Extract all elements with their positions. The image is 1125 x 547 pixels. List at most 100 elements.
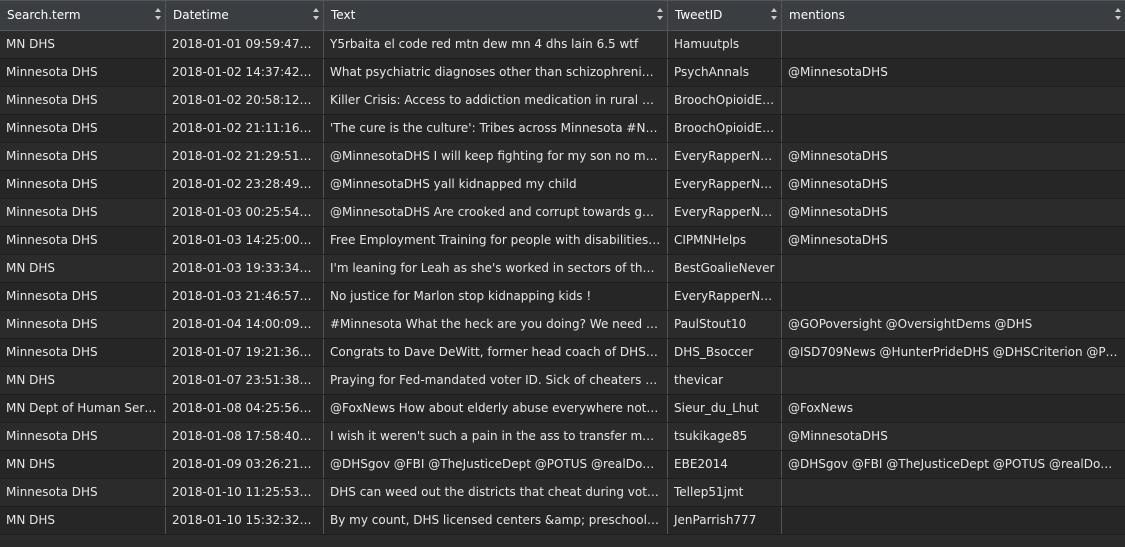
table-row[interactable]: MN DHS2018-01-10 15:32:32+00:00By my cou…	[0, 507, 1125, 535]
cell-search-term: Minnesota DHS	[0, 115, 166, 142]
table-row[interactable]: Minnesota DHS2018-01-03 21:46:57+00:00No…	[0, 283, 1125, 311]
cell-text: I'm leaning for Leah as she's worked in …	[324, 255, 668, 282]
cell-tweet-id: JenParrish777	[668, 507, 782, 534]
cell-text: No justice for Marlon stop kidnapping ki…	[324, 283, 668, 310]
cell-text: @MinnesotaDHS yall kidnapped my child	[324, 171, 668, 198]
cell-tweet-id: tsukikage85	[668, 423, 782, 450]
cell-tweet-id: thevicar	[668, 367, 782, 394]
cell-search-term: Minnesota DHS	[0, 143, 166, 170]
cell-datetime: 2018-01-02 20:58:12+00:00	[166, 87, 324, 114]
cell-text: Congrats to Dave DeWitt, former head coa…	[324, 339, 668, 366]
cell-text: Praying for Fed-mandated voter ID. Sick …	[324, 367, 668, 394]
grid-body: MN DHS2018-01-01 09:59:47+00:00Y5rbaita …	[0, 31, 1125, 535]
table-row[interactable]: Minnesota DHS2018-01-02 21:11:16+00:00'T…	[0, 115, 1125, 143]
cell-text: I wish it weren't such a pain in the ass…	[324, 423, 668, 450]
column-header-datetime[interactable]: Datetime	[166, 1, 324, 30]
table-row[interactable]: Minnesota DHS2018-01-02 14:37:42+00:00Wh…	[0, 59, 1125, 87]
cell-mentions: @MinnesotaDHS	[788, 205, 888, 219]
sort-icon[interactable]	[657, 8, 663, 20]
column-header-label: Search.term	[7, 8, 81, 22]
cell-text: 'The cure is the culture': Tribes across…	[324, 115, 668, 142]
table-row[interactable]: MN DHS2018-01-07 23:51:38+00:00Praying f…	[0, 367, 1125, 395]
cell-text: @FoxNews How about elderly abuse everywh…	[324, 395, 668, 422]
column-header-tweet-id[interactable]: TweetID	[668, 1, 782, 30]
cell-datetime: 2018-01-10 11:25:53+00:00	[166, 479, 324, 506]
column-header-search-term[interactable]: Search.term	[0, 1, 166, 30]
cell-tweet-id: CIPMNHelps	[668, 227, 782, 254]
cell-search-term: MN DHS	[0, 507, 166, 534]
cell-text: DHS can weed out the districts that chea…	[324, 479, 668, 506]
cell-mentions	[782, 367, 1125, 394]
column-header-label: Text	[331, 8, 356, 22]
sort-icon[interactable]	[313, 8, 319, 20]
cell-tweet-id: BroochOpioidEMS	[668, 87, 782, 114]
table-row[interactable]: Minnesota DHS2018-01-03 00:25:54+00:00 @M…	[0, 199, 1125, 227]
cell-tweet-id: EBE2014	[668, 451, 782, 478]
cell-datetime: 2018-01-02 21:11:16+00:00	[166, 115, 324, 142]
table-row[interactable]: Minnesota DHS2018-01-02 23:28:49+00:00@M…	[0, 171, 1125, 199]
cell-search-term: Minnesota DHS	[0, 423, 166, 450]
table-row[interactable]: Minnesota DHS2018-01-03 14:25:00+00:00Fr…	[0, 227, 1125, 255]
cell-tweet-id: DHS_Bsoccer	[668, 339, 782, 366]
cell-search-term: Minnesota DHS	[0, 199, 166, 226]
cell-mentions: @GOPoversight @OversightDems @DHS	[788, 317, 1033, 331]
cell-text: Y5rbaita el code red mtn dew mn 4 dhs la…	[324, 31, 668, 58]
cell-search-term: MN DHS	[0, 367, 166, 394]
cell-search-term: Minnesota DHS	[0, 227, 166, 254]
cell-datetime: 2018-01-02 21:29:51+00:00	[166, 143, 324, 170]
cell-text: #Minnesota What the heck are you doing? …	[324, 311, 668, 338]
cell-datetime: 2018-01-03 14:25:00+00:00	[166, 227, 324, 254]
cell-mentions: @MinnesotaDHS	[788, 65, 888, 79]
cell-tweet-id: PaulStout10	[668, 311, 782, 338]
cell-text: Killer Crisis: Access to addiction medic…	[324, 87, 668, 114]
cell-mentions	[782, 31, 1125, 58]
table-row[interactable]: MN DHS2018-01-01 09:59:47+00:00Y5rbaita …	[0, 31, 1125, 59]
cell-tweet-id: EveryRapperN21	[668, 171, 782, 198]
cell-mentions: @MinnesotaDHS	[788, 429, 888, 443]
cell-text: @DHSgov @FBI @TheJusticeDept @POTUS @rea…	[324, 451, 668, 478]
column-header-text[interactable]: Text	[324, 1, 668, 30]
cell-mentions	[782, 283, 1125, 310]
cell-datetime: 2018-01-02 14:37:42+00:00	[166, 59, 324, 86]
cell-datetime: 2018-01-10 15:32:32+00:00	[166, 507, 324, 534]
cell-text: By my count, DHS licensed centers &amp; …	[324, 507, 668, 534]
table-row[interactable]: Minnesota DHS2018-01-02 21:29:51+00:00@M…	[0, 143, 1125, 171]
table-row[interactable]: Minnesota DHS2018-01-08 17:58:40+00:00I …	[0, 423, 1125, 451]
table-row[interactable]: Minnesota DHS2018-01-07 19:21:36+00:00Co…	[0, 339, 1125, 367]
cell-tweet-id: Tellep51jmt	[668, 479, 782, 506]
cell-search-term: MN DHS	[0, 255, 166, 282]
table-row[interactable]: Minnesota DHS2018-01-04 14:00:09+00:00#M…	[0, 311, 1125, 339]
grid-header: Search.term Datetime Text TweetID mentions	[0, 1, 1125, 31]
table-row[interactable]: MN DHS2018-01-09 03:26:21+00:00@DHSgov @…	[0, 451, 1125, 479]
cell-datetime: 2018-01-08 17:58:40+00:00	[166, 423, 324, 450]
cell-datetime: 2018-01-03 21:46:57+00:00	[166, 283, 324, 310]
cell-search-term: Minnesota DHS	[0, 479, 166, 506]
cell-datetime: 2018-01-03 19:33:34+00:00	[166, 255, 324, 282]
cell-mentions: @DHSgov @FBI @TheJusticeDept @POTUS @rea…	[788, 457, 1125, 471]
cell-mentions	[782, 479, 1125, 506]
table-row[interactable]: MN DHS2018-01-03 19:33:34+00:00I'm leani…	[0, 255, 1125, 283]
cell-tweet-id: Hamuutpls	[668, 31, 782, 58]
data-grid: Search.term Datetime Text TweetID mentions M…	[0, 0, 1125, 547]
cell-search-term: MN DHS	[0, 451, 166, 478]
cell-datetime: 2018-01-03 00:25:54+00:00	[166, 199, 324, 226]
cell-mentions: @MinnesotaDHS	[788, 177, 888, 191]
cell-mentions	[782, 115, 1125, 142]
column-header-mentions[interactable]: mentions	[782, 1, 1125, 30]
sort-icon[interactable]	[155, 8, 161, 20]
table-row[interactable]: Minnesota DHS2018-01-10 11:25:53+00:00DH…	[0, 479, 1125, 507]
cell-datetime: 2018-01-07 23:51:38+00:00	[166, 367, 324, 394]
table-row[interactable]: Minnesota DHS2018-01-02 20:58:12+00:00Ki…	[0, 87, 1125, 115]
cell-tweet-id: BestGoalieNever	[668, 255, 782, 282]
table-row[interactable]: MN Dept of Human Services 2018-01-08 04:2…	[0, 395, 1125, 423]
cell-datetime: 2018-01-08 04:25:56+00:00	[166, 395, 324, 422]
column-header-label: TweetID	[675, 8, 723, 22]
cell-search-term: Minnesota DHS	[0, 171, 166, 198]
cell-tweet-id: BroochOpioidEMS	[668, 115, 782, 142]
column-header-label: mentions	[789, 8, 845, 22]
sort-icon[interactable]	[1115, 8, 1121, 20]
sort-icon[interactable]	[771, 8, 777, 20]
cell-tweet-id: EveryRapperN21	[668, 143, 782, 170]
cell-search-term: Minnesota DHS	[0, 283, 166, 310]
cell-mentions	[782, 507, 1125, 534]
